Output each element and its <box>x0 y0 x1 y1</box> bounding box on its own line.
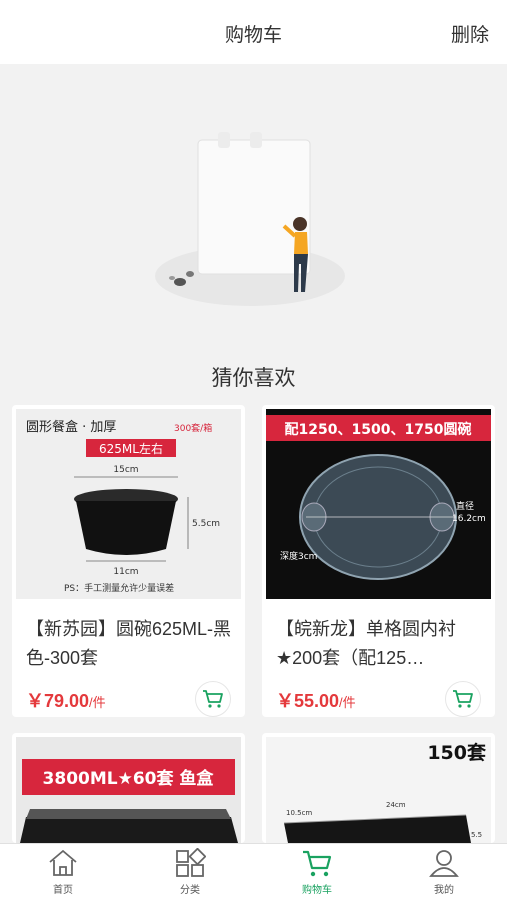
image-dim-top: 15cm <box>113 465 138 475</box>
recommend-title: 猜你喜欢 <box>211 367 296 390</box>
empty-cart-illustration <box>0 64 507 354</box>
product-name[interactable]: 【皖新龙】单格圆内衬★200套（配125… <box>276 615 486 673</box>
image-diameter-label: 直径 <box>456 500 474 512</box>
add-to-cart-button[interactable] <box>445 681 481 717</box>
product-price: ￥55.00/件 <box>276 687 356 713</box>
image-diameter: 16.2cm <box>452 514 486 524</box>
image-badge: 300套/箱 <box>174 422 212 434</box>
price-value: ￥79.00 <box>26 691 90 711</box>
price-unit: /件 <box>89 695 106 710</box>
bottom-tab-bar: 首页 分类 购物车 我的 <box>0 843 507 900</box>
image-dim-c: 5.5 <box>471 831 482 839</box>
home-icon <box>49 849 77 876</box>
tab-cart[interactable]: 购物车 <box>254 848 380 896</box>
image-heading: 圆形餐盒 · 加厚 <box>26 419 116 435</box>
price-value: ￥55.00 <box>276 691 340 711</box>
image-dim-bottom: 11cm <box>113 567 138 577</box>
tab-label: 我的 <box>434 885 454 896</box>
product-card[interactable]: 配1250、1500、1750圆碗 直径 16.2cm 深度3cm 【皖新龙】单… <box>262 405 495 717</box>
add-to-cart-button[interactable] <box>195 681 231 717</box>
cart-icon <box>303 850 332 877</box>
product-image[interactable]: 配1250、1500、1750圆碗 直径 16.2cm 深度3cm <box>266 409 491 599</box>
user-icon <box>429 850 459 877</box>
tab-home[interactable]: 首页 <box>0 848 126 896</box>
tab-profile[interactable]: 我的 <box>381 848 507 896</box>
product-card[interactable]: 150套 10.5cm 24cm 5.5 <box>262 733 495 843</box>
delete-button[interactable]: 删除 <box>451 20 489 47</box>
image-note: PS：手工测量允许少量误差 <box>64 582 174 594</box>
empty-cart-image <box>155 132 345 306</box>
tab-label: 分类 <box>180 885 200 896</box>
product-image[interactable]: 圆形餐盒 · 加厚 300套/箱 625ML左右 15cm 5.5cm 11cm… <box>16 409 241 599</box>
product-image[interactable]: 3800ML★60套 鱼盒 <box>16 737 241 843</box>
cart-icon <box>203 690 223 708</box>
header-bar: 购物车 删除 <box>0 0 507 64</box>
price-unit: /件 <box>339 695 356 710</box>
image-banner: 配1250、1500、1750圆碗 <box>285 421 472 438</box>
image-capacity: 625ML左右 <box>99 441 163 456</box>
tab-label: 购物车 <box>302 885 332 896</box>
product-name[interactable]: 【新苏园】圆碗625ML-黑色-300套 <box>26 615 236 673</box>
product-card[interactable]: 圆形餐盒 · 加厚 300套/箱 625ML左右 15cm 5.5cm 11cm… <box>12 405 245 717</box>
tab-category[interactable]: 分类 <box>127 848 253 896</box>
image-dim-side: 5.5cm <box>192 519 220 529</box>
product-image[interactable]: 150套 10.5cm 24cm 5.5 <box>266 737 491 843</box>
image-banner: 3800ML★60套 鱼盒 <box>43 768 215 789</box>
product-price: ￥79.00/件 <box>26 687 106 713</box>
tab-label: 首页 <box>53 885 73 896</box>
image-dim-a: 10.5cm <box>286 809 312 817</box>
image-badge: 150套 <box>427 741 487 764</box>
cart-icon <box>453 690 473 708</box>
page-title: 购物车 <box>224 25 282 46</box>
category-icon <box>176 848 206 877</box>
product-card[interactable]: 3800ML★60套 鱼盒 <box>12 733 245 843</box>
image-depth: 深度3cm <box>280 550 317 562</box>
image-dim-b: 24cm <box>386 801 406 809</box>
